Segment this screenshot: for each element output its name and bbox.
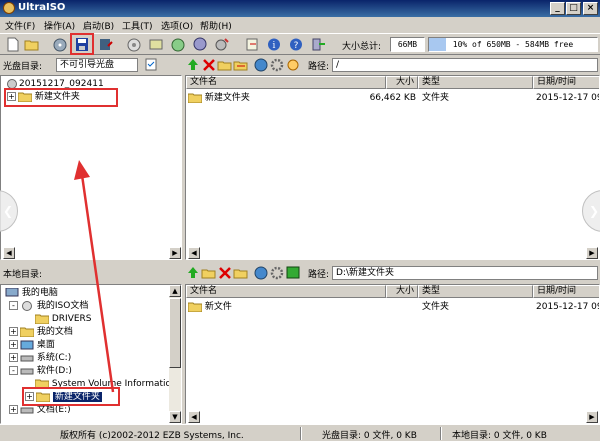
arrow-head [74,160,90,180]
chevron-right-icon: ❯ [589,204,600,218]
chevron-left-icon: ❮ [3,204,14,218]
arrow-shaft [80,174,115,393]
disc-status-text: 光盘目录: 0 文件, 0 KB [322,431,417,441]
copyright-text: 版权所有 (c)2002-2012 EZB Systems, Inc. [60,431,244,441]
red-arrow-annotation [74,160,115,393]
status-divider [300,427,302,440]
status-bar: 版权所有 (c)2002-2012 EZB Systems, Inc. 光盘目录… [0,424,600,441]
status-divider [440,427,442,440]
local-status-text: 本地目录: 0 文件, 0 KB [452,431,547,441]
